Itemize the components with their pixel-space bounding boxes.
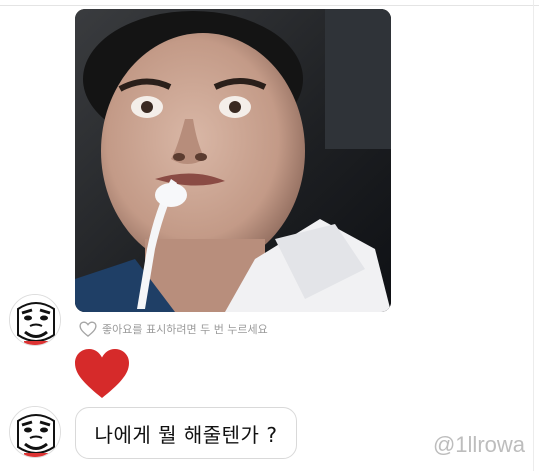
heart-icon <box>75 349 129 398</box>
selfie-photo <box>75 9 391 312</box>
photo-message[interactable] <box>75 9 391 312</box>
sender-avatar[interactable] <box>9 294 61 346</box>
thread-top-border <box>0 0 539 6</box>
message-text: 나에게 뭘 해줄텐가 ? <box>94 422 278 447</box>
thread-scroll-edge <box>533 0 539 471</box>
heart-reaction-message[interactable] <box>74 348 130 400</box>
like-hint-text: 좋아요를 표시하려면 두 번 누르세요 <box>102 323 268 336</box>
like-hint: 좋아요를 표시하려면 두 번 누르세요 <box>78 318 268 340</box>
avatar-face-icon <box>10 407 60 457</box>
heart-outline-icon[interactable] <box>78 319 98 339</box>
avatar-face-icon <box>10 295 60 345</box>
chat-thread: 좋아요를 표시하려면 두 번 누르세요 나에게 뭘 해줄텐가 ? @1llrow… <box>0 0 539 471</box>
watermark: @1llrowa <box>432 432 525 457</box>
text-message-bubble[interactable]: 나에게 뭘 해줄텐가 ? <box>75 407 297 459</box>
sender-avatar[interactable] <box>9 406 61 458</box>
